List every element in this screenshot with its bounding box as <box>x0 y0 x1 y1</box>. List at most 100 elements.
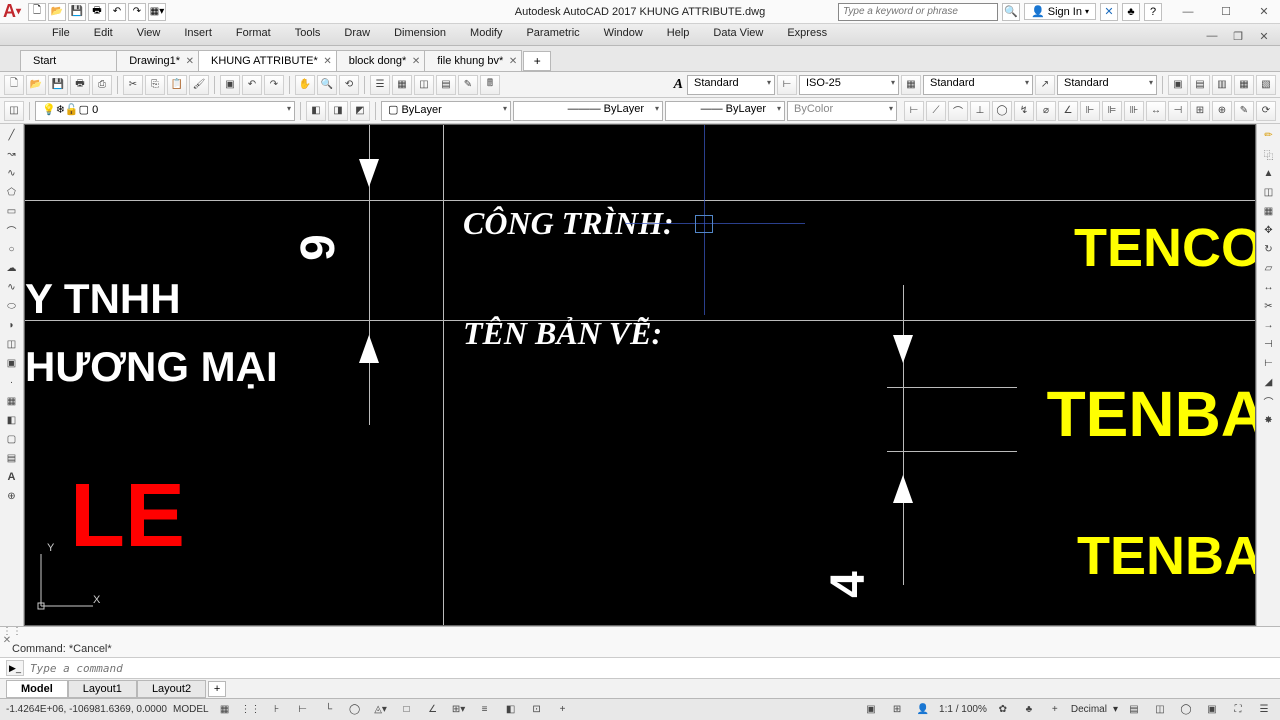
lockui-icon[interactable]: ◫ <box>1150 702 1170 718</box>
open-icon[interactable]: 📂 <box>26 75 46 95</box>
dim-ordinate-icon[interactable]: ⊥ <box>970 101 990 121</box>
tab-start[interactable]: Start <box>20 50 117 71</box>
stretch-icon[interactable]: ↔ <box>1259 278 1279 296</box>
ws1-icon[interactable]: ▣ <box>1168 75 1188 95</box>
menu-view[interactable]: View <box>125 24 173 45</box>
chamfer-icon[interactable]: ◢ <box>1259 373 1279 391</box>
blockeditor-icon[interactable]: ▣ <box>220 75 240 95</box>
ws-icon[interactable]: + <box>1045 702 1065 718</box>
zoomprev-icon[interactable]: ⟲ <box>339 75 359 95</box>
isolate-icon[interactable]: ▣ <box>1202 702 1222 718</box>
dim-quick-icon[interactable]: ⊩ <box>1080 101 1100 121</box>
minimize-icon[interactable]: — <box>1178 2 1198 22</box>
drawing-canvas[interactable]: 9 4 Y TNHH HƯƠNG MẠI LE CÔNG TRÌNH: TÊN … <box>24 124 1256 626</box>
dim-continue-icon[interactable]: ⊪ <box>1124 101 1144 121</box>
close-icon[interactable]: ✕ <box>186 56 194 67</box>
point-icon[interactable]: · <box>2 373 22 391</box>
tab-file-khung-bv[interactable]: file khung bv*✕ <box>424 50 522 71</box>
space-label[interactable]: MODEL <box>173 704 209 715</box>
iso-icon[interactable]: ◬▾ <box>371 702 391 718</box>
plotstyle-dropdown[interactable]: ByColor <box>787 101 897 121</box>
menu-draw[interactable]: Draw <box>332 24 382 45</box>
otrack-icon[interactable]: ⊞▾ <box>449 702 469 718</box>
lineweight-dropdown[interactable]: —— ByLayer <box>665 101 785 121</box>
doc-minimize-icon[interactable]: — <box>1202 26 1222 46</box>
line-icon[interactable]: ╱ <box>2 126 22 144</box>
new-tab-button[interactable]: + <box>523 51 551 71</box>
tab-model[interactable]: Model <box>6 680 68 698</box>
tablestyle-icon[interactable]: ▦ <box>901 75 921 95</box>
gradient-icon[interactable]: ◧ <box>2 411 22 429</box>
join-icon[interactable]: ⊢ <box>1259 354 1279 372</box>
ws2-icon[interactable]: ▤ <box>1190 75 1210 95</box>
ellipse-icon[interactable]: ⬭ <box>2 297 22 315</box>
undo-icon[interactable]: ↶ <box>242 75 262 95</box>
signin-button[interactable]: 👤Sign In▾ <box>1024 3 1096 20</box>
menu-express[interactable]: Express <box>775 24 839 45</box>
doc-restore-icon[interactable]: ❐ <box>1228 26 1248 46</box>
menu-insert[interactable]: Insert <box>172 24 224 45</box>
close-icon[interactable]: ✕ <box>509 56 517 67</box>
arc-icon[interactable]: ⌒ <box>2 221 22 239</box>
osnap-icon[interactable]: □ <box>397 702 417 718</box>
close-icon[interactable]: ✕ <box>1254 2 1274 22</box>
save-icon[interactable]: 💾 <box>48 75 68 95</box>
dimedit-icon[interactable]: ✎ <box>1234 101 1254 121</box>
menu-modify[interactable]: Modify <box>458 24 514 45</box>
workspace-icon[interactable]: ▦▾ <box>148 3 166 21</box>
menu-edit[interactable]: Edit <box>82 24 125 45</box>
hardware-icon[interactable]: ◯ <box>1176 702 1196 718</box>
spline-icon[interactable]: ∿ <box>2 164 22 182</box>
dim-arc-icon[interactable]: ⌒ <box>948 101 968 121</box>
menu-window[interactable]: Window <box>592 24 655 45</box>
centermark-icon[interactable]: ⊕ <box>1212 101 1232 121</box>
polar-icon[interactable]: ◯ <box>345 702 365 718</box>
addselected-icon[interactable]: ⊕ <box>2 487 22 505</box>
tab-khung-attribute[interactable]: KHUNG ATTRIBUTE*✕ <box>198 50 337 71</box>
quickcalc-icon[interactable]: 🖩 <box>480 75 500 95</box>
close-icon[interactable]: ✕ <box>323 56 331 67</box>
tab-block-dong[interactable]: block dong*✕ <box>336 50 426 71</box>
annoscale-icon[interactable]: 👤 <box>913 702 933 718</box>
explode-icon[interactable]: ✸ <box>1259 411 1279 429</box>
layer-dropdown[interactable]: 💡❄🔓▢ 0 <box>35 101 295 121</box>
fillet-icon[interactable]: ⌒ <box>1259 392 1279 410</box>
grid-icon[interactable]: ▦ <box>215 702 235 718</box>
dimstyle-icon[interactable]: ⊢ <box>777 75 797 95</box>
search-icon[interactable]: 🔍 <box>1002 3 1020 21</box>
layerprevious-icon[interactable]: ◨ <box>328 101 348 121</box>
mirror-icon[interactable]: ▲ <box>1259 164 1279 182</box>
layerprops-icon[interactable]: ◫ <box>4 101 24 121</box>
zoom-icon[interactable]: 🔍 <box>317 75 337 95</box>
region-icon[interactable]: ▢ <box>2 430 22 448</box>
dim-break-icon[interactable]: ⊣ <box>1168 101 1188 121</box>
circle-icon[interactable]: ○ <box>2 240 22 258</box>
textstyle-dropdown[interactable]: Standard <box>687 75 775 95</box>
dim-aligned-icon[interactable]: ⟋ <box>926 101 946 121</box>
dim-baseline-icon[interactable]: ⊫ <box>1102 101 1122 121</box>
menu-help[interactable]: Help <box>655 24 702 45</box>
help-icon[interactable]: ? <box>1144 3 1162 21</box>
undo-icon[interactable]: ↶ <box>108 3 126 21</box>
markup-icon[interactable]: ✎ <box>458 75 478 95</box>
dynamic-icon[interactable]: ⊢ <box>293 702 313 718</box>
print-icon[interactable]: 🖶 <box>88 3 106 21</box>
3dosnap-icon[interactable]: ∠ <box>423 702 443 718</box>
hatch-icon[interactable]: ▦ <box>2 392 22 410</box>
pan-icon[interactable]: ✋ <box>295 75 315 95</box>
dim-space-icon[interactable]: ↔ <box>1146 101 1166 121</box>
pline-icon[interactable]: ↝ <box>2 145 22 163</box>
menu-parametric[interactable]: Parametric <box>514 24 591 45</box>
redo-icon[interactable]: ↷ <box>128 3 146 21</box>
insert-icon[interactable]: ◫ <box>2 335 22 353</box>
revcloud-icon[interactable]: ☁ <box>2 259 22 277</box>
dim-diameter-icon[interactable]: ⌀ <box>1036 101 1056 121</box>
app-logo[interactable]: A▾ <box>0 0 24 24</box>
offset-icon[interactable]: ◫ <box>1259 183 1279 201</box>
maximize-icon[interactable]: ☐ <box>1216 2 1236 22</box>
scale-icon[interactable]: ▱ <box>1259 259 1279 277</box>
open-icon[interactable]: 📂 <box>48 3 66 21</box>
tab-drawing1[interactable]: Drawing1*✕ <box>116 50 199 71</box>
cycling-icon[interactable]: ⊡ <box>527 702 547 718</box>
quickview-icon[interactable]: ▤ <box>1124 702 1144 718</box>
